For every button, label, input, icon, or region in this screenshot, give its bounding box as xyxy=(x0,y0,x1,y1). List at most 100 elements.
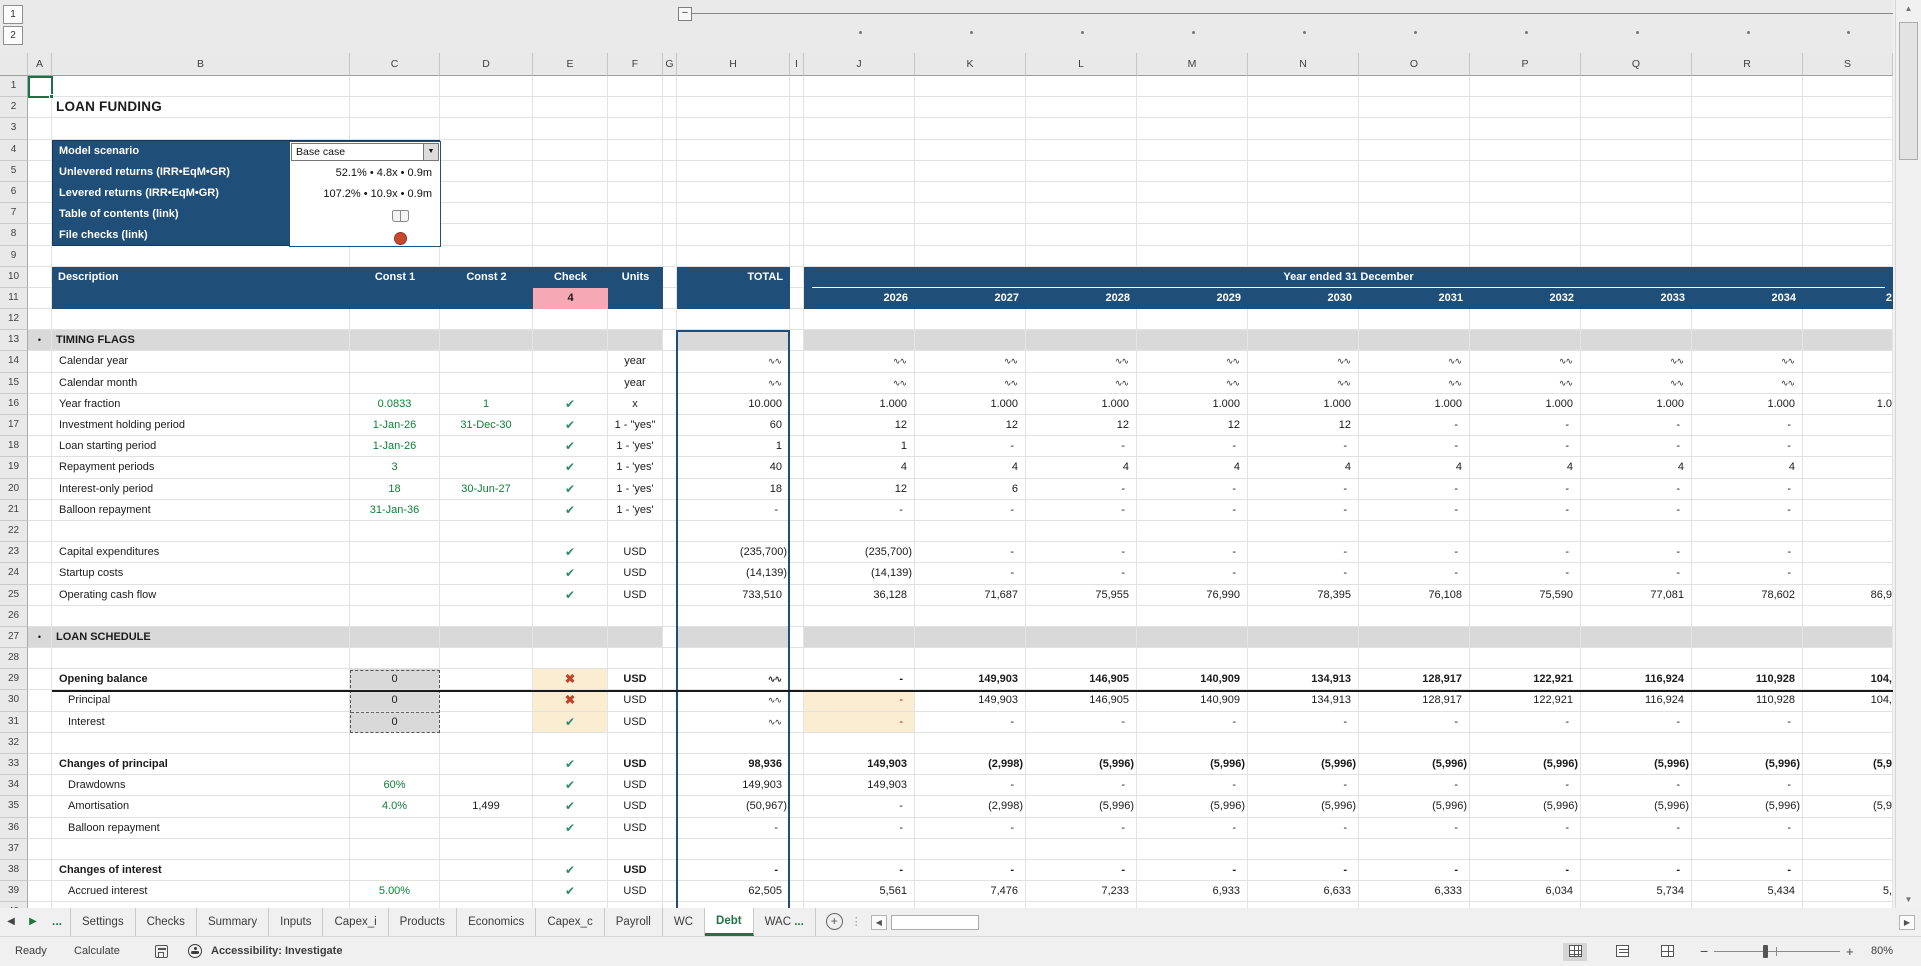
cell-F37[interactable] xyxy=(608,838,663,860)
row-header-35[interactable]: 35 xyxy=(0,796,28,818)
cell-D6[interactable] xyxy=(440,181,533,204)
cell-G18[interactable] xyxy=(663,436,677,458)
cell-Q4[interactable] xyxy=(1581,139,1692,161)
cell-C31[interactable]: 0 xyxy=(350,711,440,733)
cell-H7[interactable] xyxy=(677,203,790,225)
row-header-26[interactable]: 26 xyxy=(0,605,28,627)
cell-S37[interactable] xyxy=(1803,838,1893,860)
cell-L22[interactable] xyxy=(1026,520,1137,543)
cell-D5[interactable] xyxy=(440,160,533,182)
cell-L37[interactable] xyxy=(1026,838,1137,860)
cell-G1[interactable] xyxy=(663,76,677,98)
cell-I20[interactable] xyxy=(790,478,804,500)
cell-J21[interactable]: - xyxy=(804,499,915,521)
cell-D9[interactable] xyxy=(440,245,533,267)
cell-F25[interactable]: USD xyxy=(608,584,663,606)
cell-S27[interactable] xyxy=(1803,626,1893,649)
column-header-I[interactable]: I xyxy=(790,53,804,76)
cell-G13[interactable] xyxy=(663,330,677,352)
cell-Q5[interactable] xyxy=(1581,160,1692,182)
cell-Q23[interactable]: - xyxy=(1581,542,1692,564)
cell-C26[interactable] xyxy=(350,605,440,627)
check-ok-icon-16[interactable]: ✔ xyxy=(533,393,608,415)
cell-S26[interactable] xyxy=(1803,605,1893,627)
cell-A8[interactable] xyxy=(28,224,52,246)
cell-P31[interactable]: - xyxy=(1470,711,1581,733)
cell-C25[interactable] xyxy=(350,584,440,606)
sheet-tab-inputs[interactable]: Inputs xyxy=(269,908,324,936)
cell-H17[interactable]: 60 xyxy=(677,415,790,437)
cell-C35[interactable]: 4.0% xyxy=(350,796,440,818)
vertical-scroll-thumb[interactable] xyxy=(1899,22,1918,160)
cell-K22[interactable] xyxy=(915,520,1026,543)
cell-C9[interactable] xyxy=(350,245,440,267)
accessibility-status[interactable]: Accessibility: Investigate xyxy=(211,937,342,966)
cell-G27[interactable] xyxy=(663,626,677,649)
cell-A2[interactable] xyxy=(28,97,52,119)
year-header-2026[interactable]: 2026 xyxy=(804,288,915,309)
cell-E2[interactable] xyxy=(533,97,608,119)
row-header-13[interactable]: 13 xyxy=(0,330,28,352)
cell-D15[interactable] xyxy=(440,372,533,394)
cell-N1[interactable] xyxy=(1248,76,1359,98)
cell-C18[interactable]: 1-Jan-26 xyxy=(350,436,440,458)
cell-S5[interactable] xyxy=(1803,160,1893,182)
cell-P32[interactable] xyxy=(1470,732,1581,754)
cell-G3[interactable] xyxy=(663,118,677,140)
cell-N34[interactable]: - xyxy=(1248,775,1359,797)
cell-L27[interactable] xyxy=(1026,626,1137,649)
cell-K21[interactable]: - xyxy=(915,499,1026,521)
cell-Q31[interactable]: - xyxy=(1581,711,1692,733)
cell-O15[interactable]: ∿∿ xyxy=(1359,372,1470,394)
cell-G37[interactable] xyxy=(663,838,677,860)
cell-O4[interactable] xyxy=(1359,139,1470,161)
cell-R4[interactable] xyxy=(1692,139,1803,161)
cell-J35[interactable]: - xyxy=(804,796,915,818)
year-header-2028[interactable]: 2028 xyxy=(1026,288,1137,309)
cell-O2[interactable] xyxy=(1359,97,1470,119)
sheet-tab-payroll[interactable]: Payroll xyxy=(605,908,663,936)
more-sheets-left[interactable]: ... xyxy=(44,908,70,936)
sheet-tab-debt[interactable]: Debt xyxy=(705,908,754,936)
cell-S22[interactable] xyxy=(1803,520,1893,543)
hscroll-right-icon[interactable]: ▶ xyxy=(1899,915,1915,930)
cell-I3[interactable] xyxy=(790,118,804,140)
cell-N38[interactable]: - xyxy=(1248,859,1359,882)
cell-I27[interactable] xyxy=(790,626,804,649)
cell-B35[interactable]: Amortisation xyxy=(52,796,350,818)
cell-N9[interactable] xyxy=(1248,245,1359,267)
cell-D18[interactable] xyxy=(440,436,533,458)
year-header-2030[interactable]: 2030 xyxy=(1248,288,1359,309)
tab-prev-icon[interactable]: ◀ xyxy=(0,908,22,936)
cell-D19[interactable] xyxy=(440,457,533,479)
cell-M4[interactable] xyxy=(1137,139,1248,161)
check-ok-icon-18[interactable]: ✔ xyxy=(533,436,608,458)
cell-L39[interactable]: 7,233 xyxy=(1026,881,1137,903)
cell-A30[interactable] xyxy=(28,690,52,712)
cell-R20[interactable]: - xyxy=(1692,478,1803,500)
cell-M29[interactable]: 140,909 xyxy=(1137,669,1248,691)
cell-H28[interactable] xyxy=(677,648,790,670)
cell-E27[interactable] xyxy=(533,626,608,649)
cell-S34[interactable] xyxy=(1803,775,1893,797)
cell-P5[interactable] xyxy=(1470,160,1581,182)
calculate-status[interactable]: Calculate xyxy=(74,937,120,966)
check-ok-icon-25[interactable]: ✔ xyxy=(533,584,608,606)
cell-I35[interactable] xyxy=(790,796,804,818)
cell-K12[interactable] xyxy=(915,309,1026,331)
cell-D38[interactable] xyxy=(440,859,533,882)
cell-J32[interactable] xyxy=(804,732,915,754)
zoom-out-button[interactable]: − xyxy=(1700,937,1708,966)
cell-N30[interactable]: 134,913 xyxy=(1248,690,1359,712)
column-header-A[interactable]: A xyxy=(28,53,52,76)
cell-S35[interactable]: (5,9 xyxy=(1803,796,1893,818)
cell-Q12[interactable] xyxy=(1581,309,1692,331)
cell-A13[interactable]: • xyxy=(28,330,52,352)
sheet-tab-products[interactable]: Products xyxy=(389,908,458,936)
cell-M28[interactable] xyxy=(1137,648,1248,670)
cell-G28[interactable] xyxy=(663,648,677,670)
cell-P19[interactable]: 4 xyxy=(1470,457,1581,479)
cell-G29[interactable] xyxy=(663,669,677,691)
cell-H30[interactable]: ∿∿ xyxy=(677,690,790,712)
cell-N37[interactable] xyxy=(1248,838,1359,860)
